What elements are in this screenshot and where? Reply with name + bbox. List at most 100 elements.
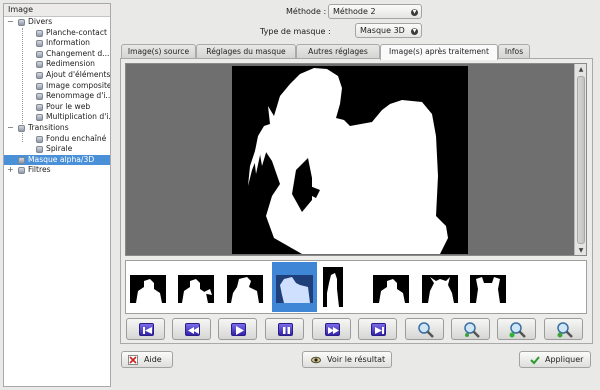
zoom-button[interactable]	[405, 318, 444, 340]
scroll-up-icon[interactable]: ▲	[577, 66, 585, 74]
folder-icon	[18, 156, 25, 164]
expand-icon[interactable]: +	[7, 165, 15, 176]
eye-icon	[311, 356, 321, 364]
tree-item[interactable]: Image composite	[4, 81, 110, 92]
tree-item-label: Transitions	[28, 122, 69, 132]
module-icon	[36, 29, 43, 37]
collapse-icon[interactable]: −	[7, 17, 15, 28]
thumbnail-7[interactable]	[420, 262, 465, 312]
zoom-icon	[418, 322, 434, 338]
tree-item[interactable]: Information	[4, 38, 110, 49]
module-icon	[36, 93, 43, 101]
zoom-fit-button[interactable]	[544, 318, 583, 340]
tree-item-label: Pour le web	[46, 101, 91, 111]
tab-other-settings[interactable]: Autres réglages	[296, 44, 380, 59]
module-icon	[36, 114, 43, 122]
last-frame-icon	[371, 323, 386, 336]
module-icon	[36, 135, 43, 143]
tree-header: Image	[4, 4, 110, 17]
preview-result-label: Voir le résultat	[327, 355, 386, 364]
thumbnail-1[interactable]	[128, 262, 173, 312]
pause-icon	[278, 323, 293, 336]
image-viewer[interactable]: ▲ ▼	[125, 63, 587, 256]
tree-item[interactable]: Ajout d'éléments	[4, 70, 110, 81]
thumbnail-8[interactable]	[468, 262, 513, 312]
tree-item-label: Spirale	[46, 144, 73, 154]
tree-item-label: Renommage d'i...	[46, 91, 111, 101]
tree-item[interactable]: Changement d...	[4, 49, 110, 60]
mask-type-select[interactable]: Masque 3D ▼	[355, 23, 422, 38]
tree-item[interactable]: Masque alpha/3D	[4, 154, 110, 166]
pause-button[interactable]	[265, 318, 304, 340]
tree-item-label: Redimension	[46, 59, 95, 69]
apply-button-label: Appliquer	[545, 355, 584, 364]
check-icon	[530, 356, 540, 365]
chevron-down-icon: ▼	[411, 28, 418, 35]
scrollbar-thumb[interactable]	[577, 76, 585, 244]
zoom-out-icon	[509, 322, 526, 338]
thumbnail-strip[interactable]	[125, 260, 587, 314]
tree-item[interactable]: − Divers	[4, 17, 110, 28]
rewind-icon	[185, 323, 200, 336]
tree-item-label: Masque alpha/3D	[28, 154, 95, 164]
mask-preview-image	[232, 66, 468, 254]
tree-item-label: Fondu enchaîné	[46, 133, 107, 143]
mask-type-label: Type de masque :	[260, 27, 331, 36]
module-icon	[36, 146, 43, 154]
method-select[interactable]: Méthode 2 ▼	[328, 4, 422, 19]
tree-item[interactable]: Multiplication d'i...	[4, 112, 110, 123]
tree-item-label: Divers	[28, 17, 53, 26]
zoom-in-icon	[464, 322, 480, 338]
thumbnail-6[interactable]	[371, 262, 416, 312]
tree-item[interactable]: Fondu enchaîné	[4, 134, 110, 145]
tree-list: − Divers Planche-contact Information Changem…	[4, 17, 110, 176]
tree-item[interactable]: Pour le web	[4, 102, 110, 113]
thumbnail-4[interactable]	[272, 262, 317, 312]
folder-icon	[18, 124, 25, 132]
module-icon	[36, 71, 43, 79]
tab-mask-settings[interactable]: Réglages du masque	[196, 44, 296, 59]
zoom-out-button[interactable]	[497, 318, 536, 340]
last-frame-button[interactable]	[358, 318, 397, 340]
thumbnail-3[interactable]	[225, 262, 270, 312]
help-button[interactable]: Aide	[121, 351, 173, 368]
thumbnail-2[interactable]	[176, 262, 221, 312]
chevron-down-icon: ▼	[411, 9, 418, 16]
first-frame-icon	[139, 323, 154, 336]
tree-item-label: Changement d...	[46, 48, 110, 58]
play-button[interactable]	[218, 318, 257, 340]
tree-item[interactable]: Planche-contact	[4, 28, 110, 39]
fast-forward-icon	[325, 323, 340, 336]
rewind-button[interactable]	[172, 318, 211, 340]
tree-item[interactable]: Renommage d'i...	[4, 91, 110, 102]
tree-item[interactable]: − Transitions	[4, 123, 110, 134]
module-icon	[36, 103, 43, 111]
scroll-down-icon[interactable]: ▼	[577, 247, 585, 255]
tree-item-label: Filtres	[28, 165, 51, 175]
mask-type-select-value: Masque 3D	[360, 26, 405, 35]
tab-processed-images[interactable]: Image(s) après traitement	[380, 44, 498, 60]
zoom-in-button[interactable]	[451, 318, 490, 340]
zoom-fit-icon	[557, 322, 573, 338]
fast-forward-button[interactable]	[312, 318, 351, 340]
viewer-scrollbar[interactable]: ▲ ▼	[574, 64, 586, 255]
preview-result-button[interactable]: Voir le résultat	[302, 351, 392, 368]
category-tree: Image − Divers Planche-contact Information C…	[3, 3, 111, 387]
module-icon	[36, 40, 43, 48]
apply-button[interactable]: Appliquer	[519, 351, 591, 368]
method-select-value: Méthode 2	[333, 7, 376, 16]
module-icon	[36, 82, 43, 90]
tree-item-label: Information	[46, 38, 90, 48]
help-icon	[128, 355, 138, 365]
module-icon	[36, 50, 43, 58]
tree-item[interactable]: Redimension	[4, 59, 110, 70]
tab-source-images[interactable]: Image(s) source	[121, 44, 196, 59]
tree-item[interactable]: + Filtres	[4, 165, 110, 176]
tab-info[interactable]: Infos	[498, 44, 530, 59]
thumbnail-5[interactable]	[321, 262, 366, 312]
collapse-icon[interactable]: −	[7, 123, 15, 134]
folder-icon	[18, 19, 25, 26]
method-label: Méthode :	[286, 7, 327, 16]
tree-item[interactable]: Spirale	[4, 144, 110, 155]
first-frame-button[interactable]	[126, 318, 165, 340]
